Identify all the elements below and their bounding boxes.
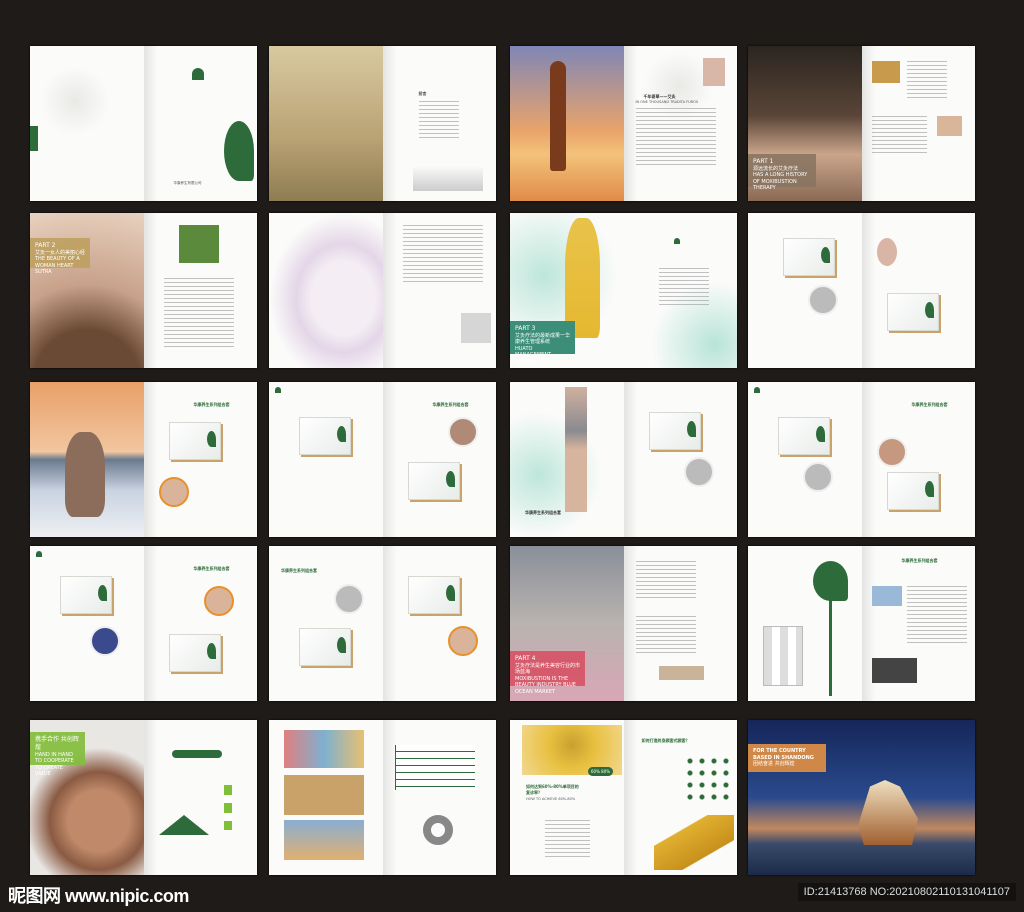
spread-cover: 华康养生有限公司	[30, 46, 257, 201]
spread-products-d: 华康养生系列组合套	[30, 546, 257, 701]
spread-products-e: 华康养生系列组合套	[269, 546, 496, 701]
back-cover	[30, 46, 144, 201]
spread-intro: 千年奇草——艾灸 IN ONE THOUSAND TRADITA FUROS	[510, 46, 737, 201]
percent-b: 80%	[601, 769, 611, 774]
spread-part1: PART 1 源远流长的艾灸疗法 HAS A LONG HISTORY OF MOX…	[748, 46, 975, 201]
series-title: 华康养生系列组合套	[193, 402, 230, 407]
spread-model: 华康养生系列组合套	[510, 382, 737, 537]
company-name: 华康养生有限公司	[173, 181, 202, 185]
spread-products-a	[748, 213, 975, 368]
spread-part2: PART 2 艾灸一女人的美丽心经 THE BEAUTY OF A WOMAN HE…	[30, 213, 257, 368]
intro-subtitle: IN ONE THOUSAND TRADITA FUROS	[635, 100, 699, 104]
win-title: 如何达到60%-80%单项目的复诊率？	[526, 784, 579, 795]
preface-title: 前言	[418, 91, 427, 96]
spread-back-cover: FOR THE COUNTRY BASED IN SHANDONG 团结奋进 共创辉…	[748, 720, 975, 875]
image-id: ID:21413768 NO:20210802110131041107	[797, 883, 1016, 901]
customers-title: 如何打造终身顾客式顾客？	[641, 738, 690, 743]
spread-charts	[269, 720, 496, 875]
spread-part4: PART 4 艾灸疗法是养生美容行业的市场蓝海 MOXIBUSTION IS THE…	[510, 546, 737, 701]
spread-part3: PART 3 艾灸疗法的最新成果一华康养生管理系统 HUATO MANAGEMENT…	[510, 213, 737, 368]
logo-icon	[191, 68, 204, 80]
spread-products-c: 华康养生系列组合套	[748, 382, 975, 537]
part2-label: PART 2 艾灸一女人的美丽心经 THE BEAUTY OF A WOMAN HE…	[30, 238, 90, 275]
site-watermark[interactable]: 昵图网 www.nipic.com	[8, 882, 189, 908]
ship-icon	[858, 780, 918, 845]
country-label: FOR THE COUNTRY BASED IN SHANDONG 团结奋进 共创辉…	[748, 744, 826, 772]
front-cover: 华康养生有限公司	[143, 46, 257, 201]
part3-label: PART 3 艾灸疗法的最新成果一华康养生管理系统 HUATO MANAGEMENT…	[510, 321, 575, 365]
spread-cooperate: 携手合作 共创辉煌 HAND IN HAND TO COOPERATE TO CR…	[30, 720, 257, 875]
painting	[269, 46, 383, 201]
cooperate-label: 携手合作 共创辉煌 HAND IN HAND TO COOPERATE TO CR…	[30, 732, 85, 777]
spread-growth: 如何达到60%-80%单项目的复诊率？ HOW TO ACHIEVE 60%-8…	[510, 720, 737, 875]
spread-white-dress	[269, 213, 496, 368]
spread-products-b: 华康养生系列组合套	[269, 382, 496, 537]
leaf-icon	[223, 121, 254, 181]
part1-label: PART 1 源远流长的艾灸疗法 HAS A LONG HISTORY OF MOX…	[748, 154, 816, 191]
percent-a: 60%	[591, 769, 600, 774]
spread-tree: 华康养生系列组合套	[748, 546, 975, 701]
spread-yoga: 华康养生系列组合套	[30, 382, 257, 537]
win-subtitle: HOW TO ACHIEVE 60%-80%	[526, 797, 576, 801]
spread-preface: 前言	[269, 46, 496, 201]
part4-label: PART 4 艾灸疗法是养生美容行业的市场蓝海 MOXIBUSTION IS THE…	[510, 651, 585, 695]
